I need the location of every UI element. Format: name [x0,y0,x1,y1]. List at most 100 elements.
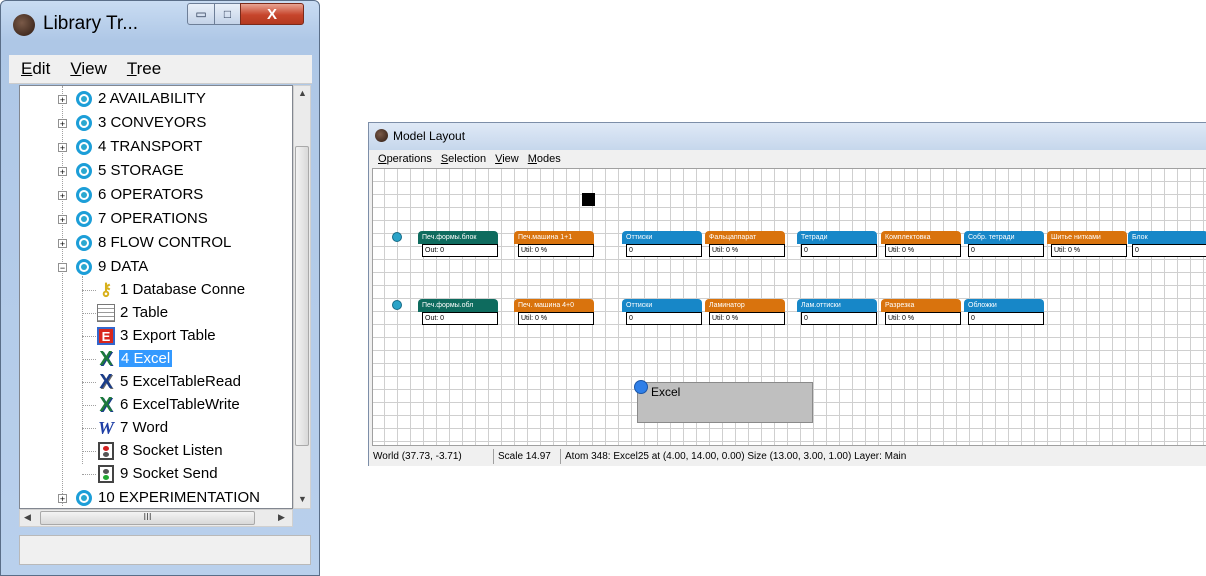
menu-view[interactable]: View [495,153,519,165]
process-atom[interactable]: Оттиски 0 [622,231,702,259]
process-atom-value: 0 [968,244,1044,257]
process-atom[interactable]: Печ.машина 1+1 Util: 0 % [514,231,594,259]
maximize-button[interactable]: □ [214,3,241,25]
library-window-title: Library Tr... [43,13,139,34]
app-icon [375,129,388,142]
library-node-icon [76,163,92,179]
expand-icon[interactable]: + [58,239,67,249]
scroll-up-icon[interactable]: ▲ [298,88,307,98]
process-atom-title: Оттиски [622,299,702,312]
process-atom-title: Ламинатор [705,299,785,312]
world-coordinates: World (37.73, -3.71) [369,449,494,464]
traffic-light-icon [98,442,114,460]
scale-readout: Scale 14.97 [494,449,561,464]
process-atom-title: Шитье нитками [1047,231,1127,244]
traffic-light-icon [98,465,114,483]
tree-item-label: 3 Export Table [120,327,216,344]
minimize-button[interactable]: ▭ [187,3,215,25]
library-node-icon [76,91,92,107]
library-title-bar[interactable]: Library Tr... ▭ □ X [1,1,319,45]
expand-icon[interactable]: + [58,95,67,105]
process-atom[interactable]: Шитье нитками Util: 0 % [1047,231,1127,259]
process-atom-value: Util: 0 % [885,244,961,257]
process-atom-title: Лам.оттиски [797,299,877,312]
process-atom[interactable]: Фальцаппарат Util: 0 % [705,231,785,259]
library-node-icon [76,139,92,155]
menu-selection[interactable]: Selection [441,153,486,165]
database-key-icon: ⚷ [99,280,113,299]
menu-edit[interactable]: Edit [21,59,50,79]
excel-atom-label: Excel [651,385,681,399]
process-atom-title: Печ.формы.блок [418,231,498,244]
process-atom[interactable]: Печ. машина 4+0 Util: 0 % [514,299,594,327]
app-icon [13,14,35,36]
process-atom-title: Оттиски [622,231,702,244]
source-node-icon[interactable] [392,232,402,242]
model-layout-title: Model Layout [393,129,466,143]
tree-node-label: 2 AVAILABILITY [98,90,206,107]
excel-icon: X [99,393,113,416]
tree-node-label: 3 CONVEYORS [98,114,207,131]
process-atom[interactable]: Комплектовка Util: 0 % [881,231,961,259]
tree-item-label: 6 ExcelTableWrite [120,396,240,413]
process-atom-value: Util: 0 % [709,244,785,257]
horizontal-scroll-thumb[interactable]: III [40,511,255,525]
library-node-icon [76,259,92,275]
expand-icon[interactable]: + [58,143,67,153]
process-atom[interactable]: Печ.формы.обл Out: 0 [418,299,498,327]
vertical-scroll-thumb[interactable] [295,146,309,446]
library-tree[interactable]: + 2 AVAILABILITY + 3 CONVEYORS + 4 TRANS… [19,85,293,509]
process-atom[interactable]: Обложки 0 [964,299,1044,327]
library-node-icon [76,211,92,227]
process-atom-value: 0 [626,312,702,325]
process-atom[interactable]: Лам.оттиски 0 [797,299,877,327]
collapse-icon[interactable]: − [58,263,67,273]
black-marker-atom[interactable] [582,193,595,206]
model-layout-title-bar[interactable]: Model Layout [369,123,1206,150]
process-atom[interactable]: Оттиски 0 [622,299,702,327]
expand-icon[interactable]: + [58,167,67,177]
excel-icon: X [99,370,113,393]
library-menu-bar: Edit View Tree [9,55,312,84]
model-canvas[interactable]: Печ.формы.блок Out: 0 Печ.машина 1+1 Util: … [372,168,1206,446]
process-atom[interactable]: Тетради 0 [797,231,877,259]
process-atom[interactable]: Ламинатор Util: 0 % [705,299,785,327]
process-atom-value: 0 [801,312,877,325]
process-atom[interactable]: Блок 0 [1128,231,1206,259]
word-icon: W [97,417,114,438]
process-atom-value: Util: 0 % [1051,244,1127,257]
close-button[interactable]: X [240,3,304,25]
model-layout-window: Model Layout Operations Selection View M… [368,122,1206,466]
process-atom-value: 0 [626,244,702,257]
expand-icon[interactable]: + [58,215,67,225]
scroll-down-icon[interactable]: ▼ [298,494,307,504]
tree-item-label: 2 Table [120,304,169,321]
process-atom[interactable]: Печ.формы.блок Out: 0 [418,231,498,259]
menu-operations[interactable]: Operations [378,153,432,165]
excel-icon: X [99,347,113,370]
expand-icon[interactable]: + [58,191,67,201]
excel-atom-node-icon[interactable] [634,380,648,394]
expand-icon[interactable]: + [58,119,67,129]
tree-horizontal-scrollbar[interactable]: ◀ III ▶ [19,509,293,527]
scroll-right-icon[interactable]: ▶ [278,512,285,523]
scroll-left-icon[interactable]: ◀ [24,512,31,523]
process-atom-value: 0 [1132,244,1206,257]
tree-node-label: 8 FLOW CONTROL [98,234,232,251]
tree-item-label: 9 Socket Send [120,465,218,482]
table-icon [97,304,115,322]
expand-icon[interactable]: + [58,494,67,504]
tree-vertical-scrollbar[interactable]: ▲ ▼ [293,85,311,509]
tree-node-label: 9 DATA [98,258,149,275]
menu-tree[interactable]: Tree [127,59,161,79]
menu-view[interactable]: View [70,59,107,79]
tree-item-label: 8 Socket Listen [120,442,223,459]
tree-item-label-selected: 4 Excel [119,350,173,367]
process-atom[interactable]: Разрезка Util: 0 % [881,299,961,327]
tree-item-label: 5 ExcelTableRead [120,373,241,390]
menu-modes[interactable]: Modes [528,153,561,165]
process-atom-title: Собр. тетради [964,231,1044,244]
tree-item-label: 1 Database Conne [120,281,246,298]
process-atom[interactable]: Собр. тетради 0 [964,231,1044,259]
source-node-icon[interactable] [392,300,402,310]
